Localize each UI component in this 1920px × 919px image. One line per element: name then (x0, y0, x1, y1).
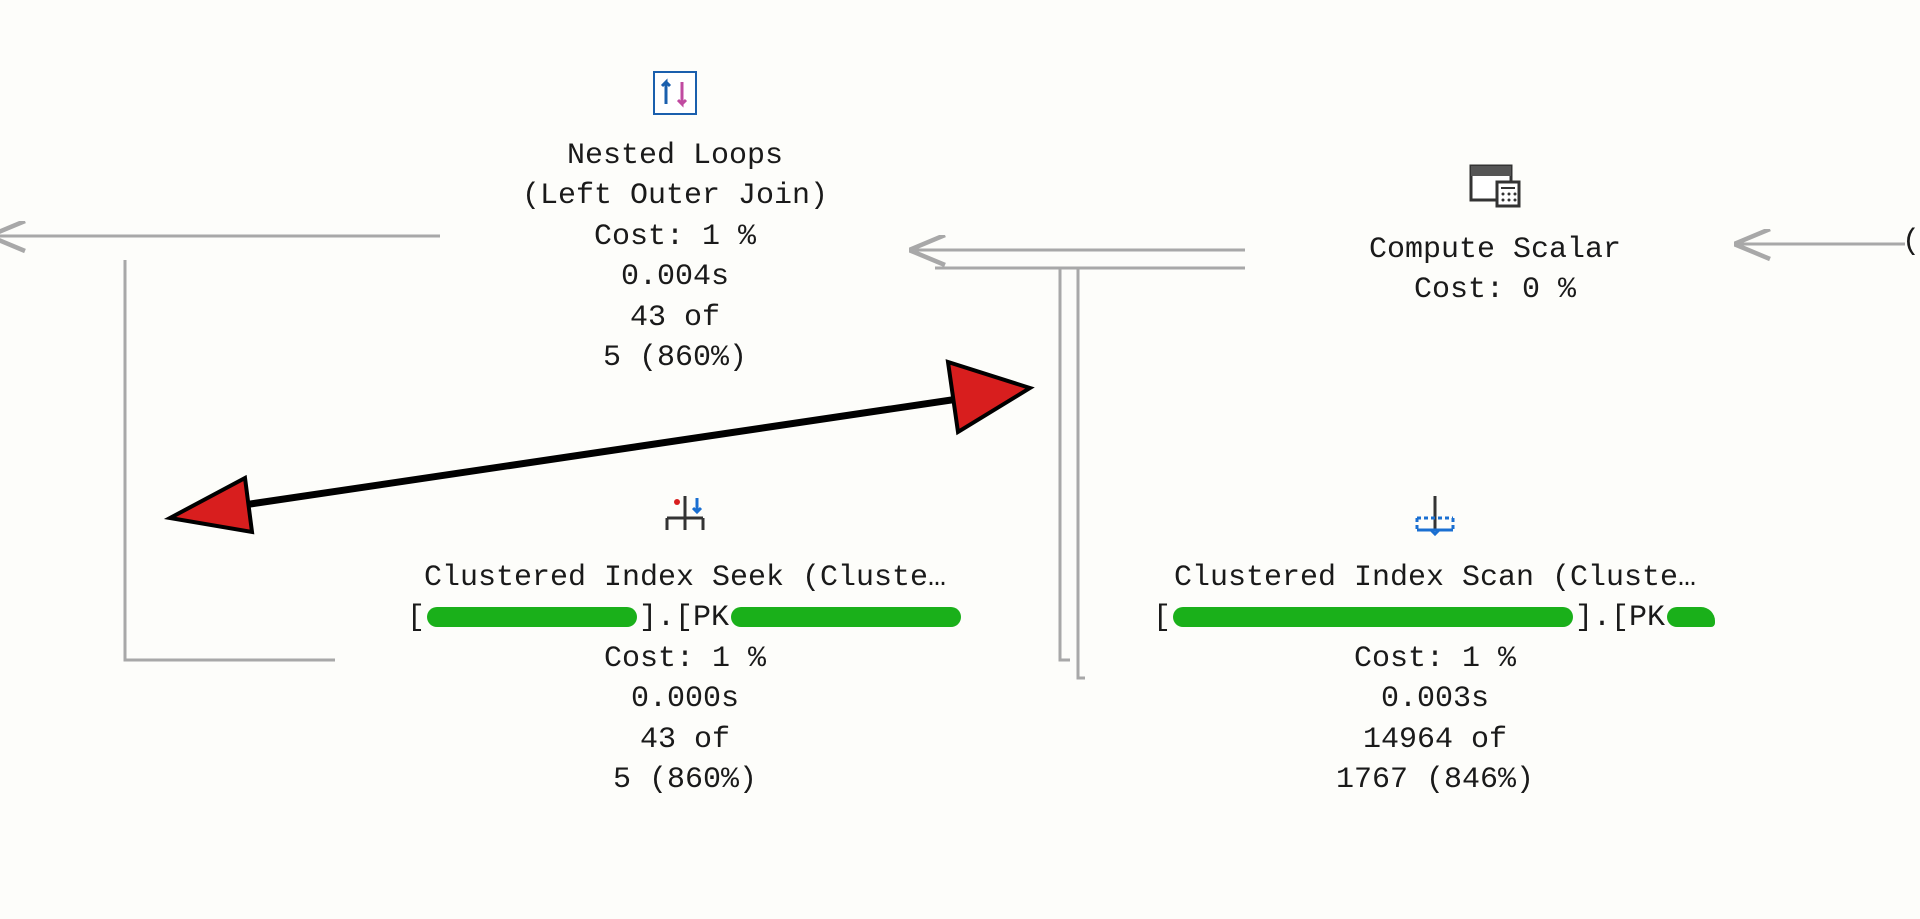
redacted-pk-name (731, 607, 961, 627)
node-title: Nested Loops (440, 136, 910, 177)
node-rows-actual: 43 of (335, 720, 1035, 761)
node-title: Compute Scalar (1250, 230, 1740, 271)
node-title: Clustered Index Seek (Cluste… (335, 558, 1035, 599)
node-subtitle: (Left Outer Join) (440, 176, 910, 217)
plan-node-compute-scalar[interactable]: Compute Scalar Cost: 0 % (1250, 160, 1740, 311)
node-rows-est: 5 (860%) (335, 760, 1035, 801)
plan-node-index-scan[interactable]: Clustered Index Scan (Cluste… [].[PK Cos… (1085, 490, 1785, 801)
node-cost: Cost: 0 % (1250, 270, 1740, 311)
index-seek-icon (659, 490, 711, 552)
nested-loops-icon (652, 70, 698, 130)
truncated-text-fragment: ( (1902, 225, 1920, 259)
node-time: 0.003s (1085, 679, 1785, 720)
redacted-object-name (1173, 607, 1573, 627)
node-cost: Cost: 1 % (440, 217, 910, 258)
plan-node-index-seek[interactable]: Clustered Index Seek (Cluste… [].[PK Cos… (335, 490, 1035, 801)
node-rows-est: 5 (860%) (440, 338, 910, 379)
redacted-pk-name (1667, 607, 1715, 627)
index-scan-icon (1409, 490, 1461, 552)
plan-node-nested-loops[interactable]: Nested Loops (Left Outer Join) Cost: 1 %… (440, 70, 910, 379)
node-object: [].[PK (1085, 598, 1785, 639)
node-title: Clustered Index Scan (Cluste… (1085, 558, 1785, 599)
node-rows-actual: 43 of (440, 298, 910, 339)
node-rows-est: 1767 (846%) (1085, 760, 1785, 801)
node-cost: Cost: 1 % (1085, 639, 1785, 680)
node-time: 0.004s (440, 257, 910, 298)
node-rows-actual: 14964 of (1085, 720, 1785, 761)
redacted-object-name (427, 607, 637, 627)
node-object: [].[PK (335, 598, 1035, 639)
compute-scalar-icon (1467, 160, 1523, 224)
node-cost: Cost: 1 % (335, 639, 1035, 680)
node-time: 0.000s (335, 679, 1035, 720)
